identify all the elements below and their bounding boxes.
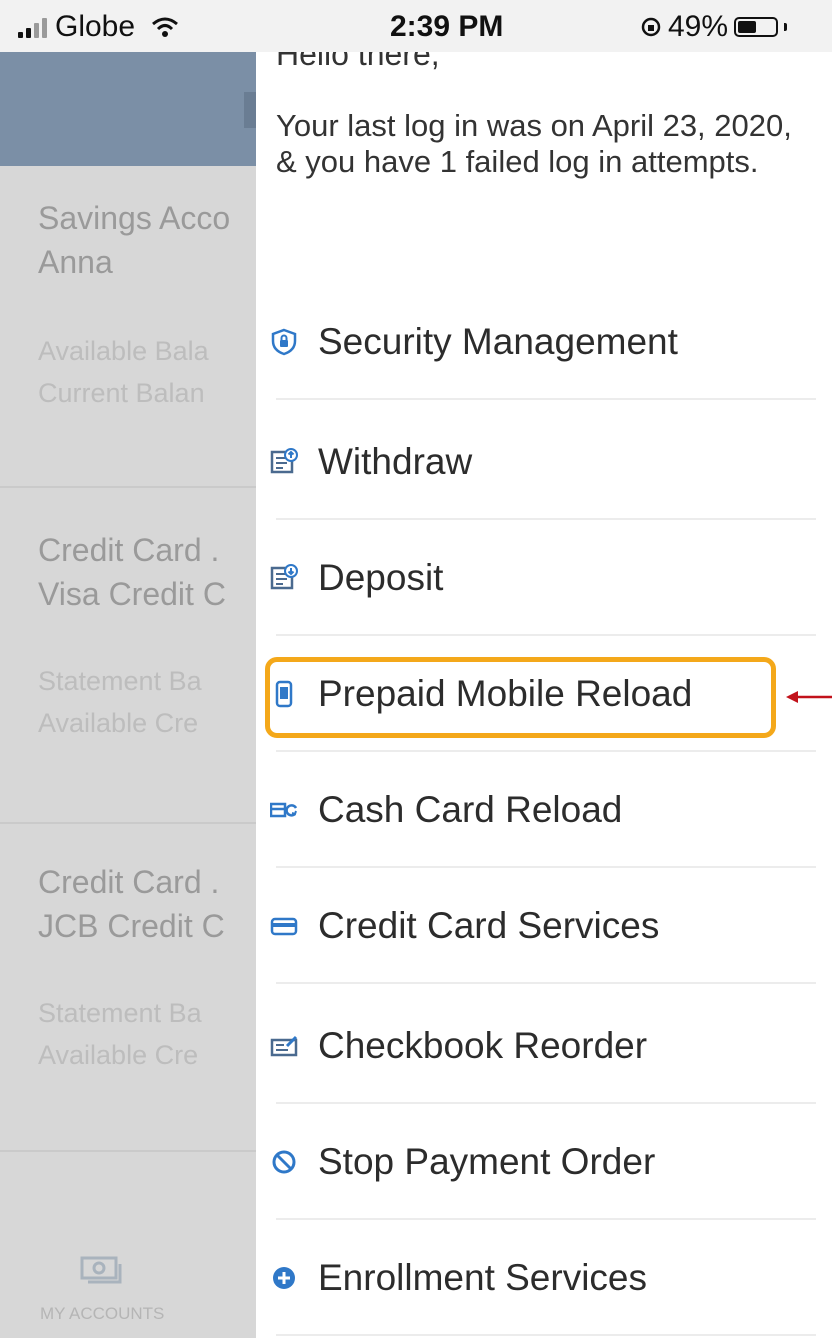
accounts-nav-icon xyxy=(80,1256,122,1284)
menu-item-withdraw[interactable]: Withdraw xyxy=(256,404,832,520)
credit-card-icon xyxy=(270,912,298,940)
cash-card-reload-icon xyxy=(270,796,298,824)
deposit-icon xyxy=(270,564,298,592)
divider xyxy=(276,982,816,984)
stop-icon xyxy=(270,1148,298,1176)
menu-item-label: Enrollment Services xyxy=(318,1257,648,1298)
account-1-title: Savings Acco xyxy=(38,200,231,236)
menu-item-label: Cash Card Reload xyxy=(318,789,623,830)
plus-circle-icon xyxy=(270,1264,298,1292)
background-header xyxy=(0,52,256,166)
arrow-icon xyxy=(786,691,832,703)
menu-item-deposit[interactable]: Deposit xyxy=(256,520,832,636)
status-right-group: 49% xyxy=(640,10,788,44)
menu-item-cash-card-reload[interactable]: Cash Card Reload xyxy=(256,752,832,868)
accounts-nav-label: MY ACCOUNTS xyxy=(40,1304,165,1323)
background-accounts-screen[interactable]: Savings Acco Anna Available Bala Current… xyxy=(0,0,256,1338)
account-3-name: JCB Credit C xyxy=(38,908,225,944)
highlight-box xyxy=(265,657,776,738)
battery-nub xyxy=(784,23,788,31)
account-3-available: Available Cre xyxy=(38,1040,199,1070)
carrier-group: Globe xyxy=(18,10,179,44)
account-1-name: Anna xyxy=(38,244,113,280)
menu-item-label: Security Management xyxy=(318,321,678,362)
orientation-lock-icon xyxy=(641,17,661,37)
menu-item-label: Checkbook Reorder xyxy=(318,1025,648,1066)
account-3-statement: Statement Ba xyxy=(38,998,202,1028)
account-3-title: Credit Card . xyxy=(38,864,220,900)
menu-item-label: Credit Card Services xyxy=(318,905,660,946)
divider xyxy=(0,486,256,488)
status-bar: Globe 2:39 PM 49% xyxy=(0,0,832,52)
signal-icon xyxy=(18,16,47,38)
carrier-name: Globe xyxy=(55,10,136,43)
last-login-text: Your last log in was on April 23, 2020, … xyxy=(276,108,792,179)
menu-item-label: Stop Payment Order xyxy=(318,1141,656,1182)
menu-item-security-management[interactable]: Security Management xyxy=(256,284,832,400)
account-2-statement: Statement Ba xyxy=(38,666,202,696)
clock: 2:39 PM xyxy=(390,10,504,43)
withdraw-icon xyxy=(270,448,298,476)
battery-icon xyxy=(734,17,779,37)
wifi-icon xyxy=(152,17,179,37)
menu-item-enrollment-services[interactable]: Enrollment Services xyxy=(256,1220,832,1336)
shield-lock-icon xyxy=(270,328,298,356)
menu-item-stop-payment-order[interactable]: Stop Payment Order xyxy=(256,1104,832,1220)
checkbook-icon xyxy=(270,1032,298,1060)
menu-item-checkbook-reorder[interactable]: Checkbook Reorder xyxy=(256,988,832,1104)
divider xyxy=(0,1150,256,1152)
divider xyxy=(0,822,256,824)
account-1-current: Current Balan xyxy=(38,378,205,408)
account-2-available: Available Cre xyxy=(38,708,199,738)
account-1-available: Available Bala xyxy=(38,336,209,366)
account-2-name: Visa Credit C xyxy=(38,576,226,612)
account-2-title: Credit Card . xyxy=(38,532,220,568)
divider xyxy=(276,1334,816,1336)
menu-item-label: Deposit xyxy=(318,557,444,598)
divider xyxy=(276,398,816,400)
menu-item-credit-card-services[interactable]: Credit Card Services xyxy=(256,868,832,984)
menu-item-label: Withdraw xyxy=(318,441,473,482)
battery-percent: 49% xyxy=(668,10,729,43)
